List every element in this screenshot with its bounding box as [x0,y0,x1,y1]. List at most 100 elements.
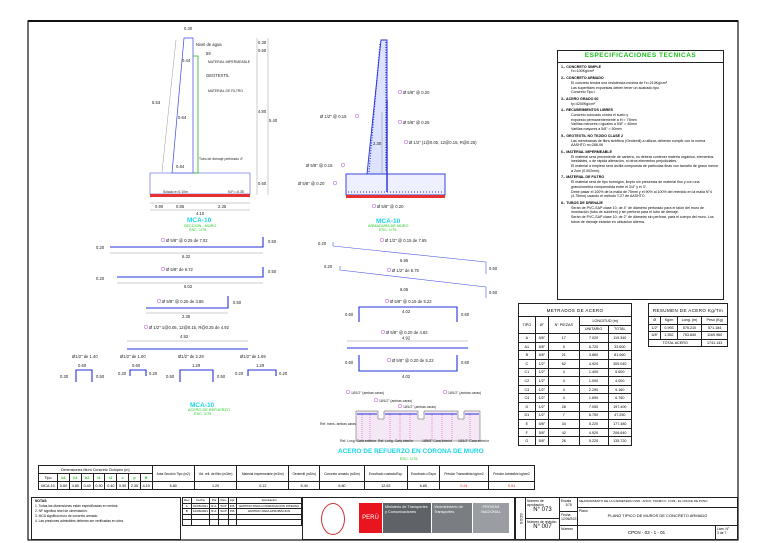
revision-cell: 12/06/2021 [190,508,211,515]
table-cell: 1.400 [578,367,609,378]
u-bar-label: Ø1/2" de 2.29 [178,354,204,359]
table-cell: 4 [548,393,580,403]
u-bar-w: 1.29 [192,363,201,368]
table-cell: 1/2" [534,376,550,386]
header-total: TOTAL [607,324,633,335]
spec-item: 8.- TUBOS DE DRENAJE Serán de PVC-SAP cla… [561,201,720,225]
table-row: C2 1/2" 4 1.000 4.000 [518,376,633,386]
dims-header: p [128,473,141,482]
dims-extra-cell: 12.63 [363,481,408,490]
total-acero-value: 1741.143 [701,338,728,347]
spec-line: El material será proveniente de cantera,… [571,154,714,164]
crown-reinforcement-drawing: 1Ø1/2" (ambas caras) 1Ø1/2" (ambas caras… [320,389,490,461]
table-cell: 5.220 [578,419,609,429]
metrados-title: METRADOS DE ACERO [518,303,632,317]
bar-g-l: 0.60 [345,360,354,365]
table-cell: 5/8" [534,341,550,352]
table-cell: 197.400 [607,401,633,412]
dims-extra-cell: 5.40 [288,481,321,490]
bar-f-len: 4.92 [402,336,411,341]
header-piezas: N° PIEZAS [548,315,580,335]
crown-label: 1Ø1/2" Cara exterior [458,439,490,443]
sheet-number: 3 de 7 [717,531,727,535]
table-cell: 1169.960 [701,331,728,340]
scale-value: 1/75 [565,503,572,507]
table-cell: 177.480 [607,419,633,429]
dims-extra-cell: 1.20 [193,481,238,490]
table-row: G 5/8" 26 5.220 135.720 [518,436,633,446]
bar-b-len: 6.02 [184,284,193,289]
table-cell: 5/8" [534,419,550,429]
resumen-header: Peso (Kg) [701,316,728,325]
solado-strip [150,194,250,197]
table-cell: 4 [548,384,580,395]
approval-number: N° 073 [533,507,552,513]
dims-extra-header: Concreto armado (m3/m) [319,465,365,482]
spec-line: Las membranas de fibra sintética (Geotex… [571,138,706,148]
table-row: C 1/2" 62 4.920 305.040 [518,358,633,369]
section-scale: ESC. 1/75 [189,228,206,232]
table-row: C1 1/2" 4 1.400 5.600 [518,367,633,378]
rebar-label-a1: Ø 5/8" @ 0.20 [403,90,430,95]
table-cell: 7.050 [578,401,609,412]
dims-header: t1 [92,473,106,482]
table-cell: 0.993 [660,323,678,332]
bar-e-len: 4.02 [402,309,411,314]
dims-cell: 0.60 [57,481,70,490]
bar-d1-r: 0.50 [489,290,498,295]
dim-r1: 0.30 [258,40,267,45]
crown-title: ACERO DE REFUERZO EN CORONA DE MURO [338,448,484,455]
table-cell: C4 [518,393,536,403]
geotextil-label: GEOTEXTIL [206,73,230,78]
dim-r2: 0.50 [258,48,267,53]
table-cell: 1/2" [534,358,550,369]
table-row: C3 1/2" 4 2.290 9.160 [518,384,633,395]
table-cell: B [518,350,536,360]
u-bar-w: 0.60 [78,363,87,368]
table-cell: C2 [518,376,536,386]
dim-b1: 0.90 [155,204,164,209]
spec-item: 3.- ACERO GRADO 60 fy=4200Kg/cm² [561,97,720,106]
resumen-title: RESUMEN DE ACERO Kg/Tm [648,303,728,317]
rebar-label-a5: Ø 5/8" @ 0.15 [306,163,333,168]
table-cell: 42 [548,427,580,438]
u-bar-l: 0.50 [166,374,175,379]
title-block: SCDS Número de aprobación N° 073 Número d… [515,497,738,540]
table-cell: 305.040 [607,358,633,369]
bar-a-label: Ø 5/8" @ 0.25 de 7.02 [166,238,208,243]
bar-g-r: 0.60 [461,360,470,365]
table-cell: 4.920 [578,358,609,369]
table-cell: A1 [518,341,536,352]
bar-details-left: Ø 5/8" @ 0.25 de 7.02 6.32 0.20 0.50 Ø 5/… [60,237,288,416]
logos-bar: PERÚ Ministerio de Transportes y Comunic… [302,497,515,540]
dims-cell: 0.40 [104,481,118,490]
table-row: D 1/2" 28 7.050 197.400 [518,401,633,412]
crown-label: 1Ø1/2" (ambas caras) [448,391,481,395]
u-bar-r: 0.20 [149,371,158,376]
table-cell: C [518,358,536,369]
u-bar-l: 0.30 [60,374,69,379]
dims-header: h1 [68,473,82,482]
project-name: MEJORAMIENTO DE LA CARRETERA CV09 - ANCO… [578,498,738,508]
table-cell: 33.600 [607,341,633,352]
drain-label: Tubo de drenaje perforado 4" [199,157,244,161]
total-acero-label: TOTAL ACERO [647,338,703,347]
bar-e-r: 0.60 [461,312,470,317]
revisions-table: Rev Fecha Por Rev. Apr. Aprobación A 01/06/202… [182,497,302,526]
table-cell: D1 [518,410,536,421]
table-cell: 5/8" [534,333,550,343]
table-cell: 4 [548,367,580,378]
table-cell: 7.020 [578,333,609,343]
spec-line: Serán de PVC-SAP clase 10, de 4" de diám… [571,205,705,215]
spec-line: Concreto Tipo I [571,90,596,95]
table-cell: 119.340 [607,333,633,343]
bar-c-len: 2.36 [182,314,191,319]
dim-top-width: 0.30 [184,26,193,31]
header-diam: Ø" [534,315,550,335]
u-bar-label: Ø1/2" de 1.69 [240,354,266,359]
ministry-logo: Ministerio de Transportes y Comunicacion… [383,503,431,533]
dims-header: c [116,473,130,482]
table-row: B 5/8" 21 3.860 81.060 [518,350,633,360]
dims-cell: 2.35 [128,481,141,490]
bar-b-label: Ø 5/8" de 6.72 [166,267,194,272]
